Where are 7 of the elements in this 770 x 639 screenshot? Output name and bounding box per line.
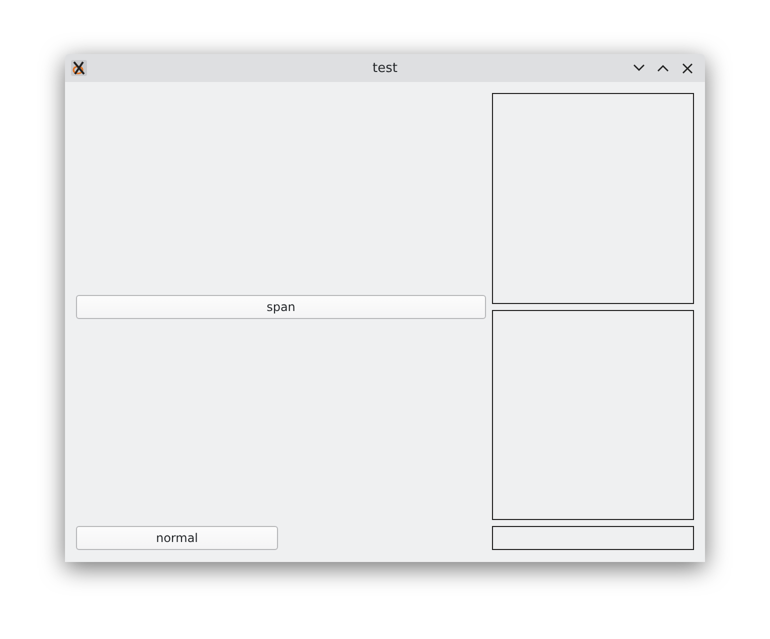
close-icon: [682, 62, 692, 74]
window-title: test: [372, 60, 398, 76]
chevron-up-icon: [657, 64, 669, 72]
normal-button[interactable]: normal: [76, 526, 278, 550]
app-icon: [71, 60, 87, 76]
chevron-down-icon: [633, 64, 645, 72]
span-button[interactable]: span: [76, 294, 486, 318]
